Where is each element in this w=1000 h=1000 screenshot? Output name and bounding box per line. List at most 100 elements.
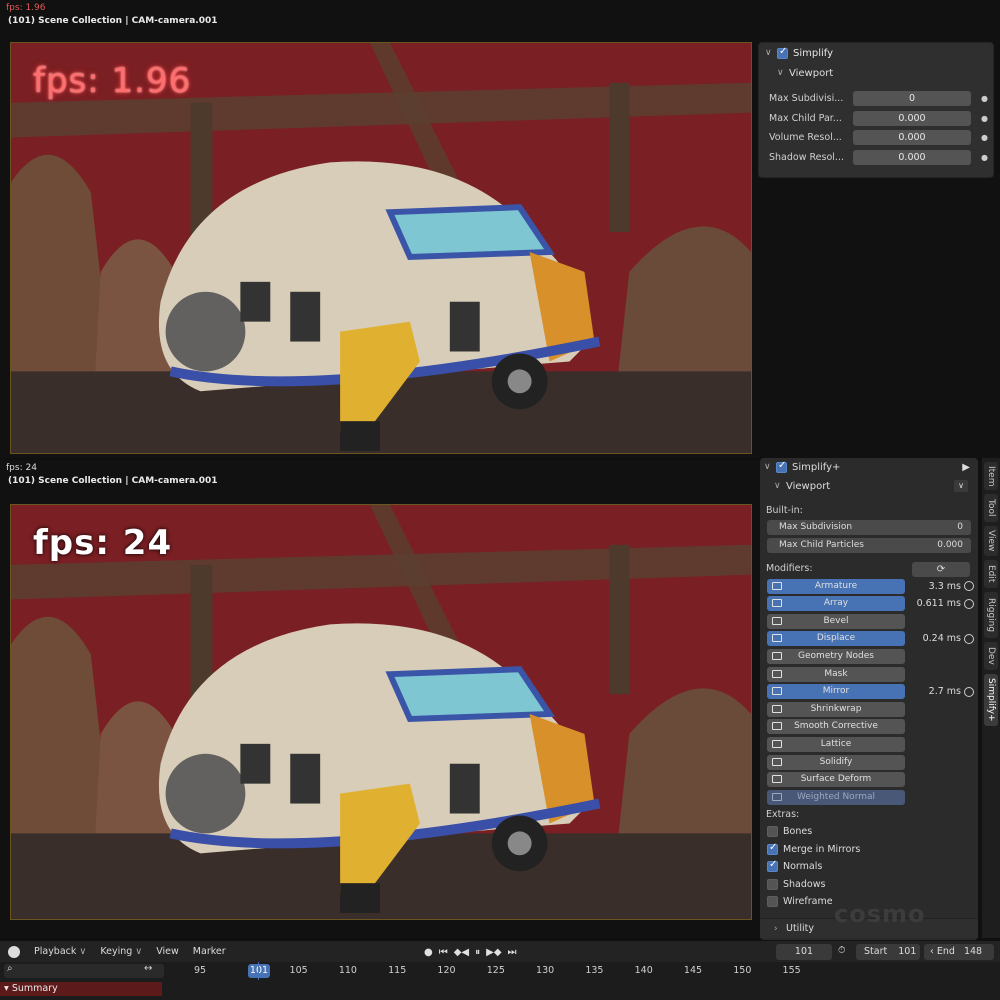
stopwatch-icon[interactable] xyxy=(964,598,974,609)
modifier-label: Surface Deform xyxy=(800,774,872,785)
next-key-icon[interactable]: ▶◆ xyxy=(486,947,501,958)
extra-option[interactable]: Shadows xyxy=(767,878,825,890)
chevron-down-icon[interactable]: ∨ xyxy=(764,462,776,472)
timeline-body[interactable]: ▾ Summary xyxy=(0,980,1000,1000)
tab-tool[interactable]: Tool xyxy=(984,494,998,522)
summary-label: Summary xyxy=(11,983,58,994)
refresh-button[interactable]: ⟳ xyxy=(912,562,970,577)
sync-icon[interactable]: ↔ xyxy=(144,963,152,974)
tab-edit[interactable]: Edit xyxy=(984,560,998,588)
modifier-toggle[interactable]: Mask xyxy=(767,666,905,682)
start-frame-field[interactable]: Start 101 xyxy=(856,944,920,960)
search-input[interactable]: ⌕ xyxy=(4,963,164,978)
field-value: 0.000 xyxy=(937,540,963,550)
shadow-resolution-field[interactable]: 0.000 xyxy=(853,149,971,165)
checkbox[interactable] xyxy=(767,826,778,837)
modifier-toggle[interactable]: Lattice xyxy=(767,736,905,752)
modifier-row: Array 0.611 ms xyxy=(767,596,974,612)
chevron-down-icon[interactable]: ∨ xyxy=(765,48,777,58)
max-subdivision-field[interactable]: Max Subdivision 0 xyxy=(767,520,971,535)
render-view[interactable]: fps: 1.96 xyxy=(10,42,752,454)
extra-option[interactable]: Merge in Mirrors xyxy=(767,842,860,855)
max-child-particles-field[interactable]: 0.000 xyxy=(853,110,971,126)
jump-end-icon[interactable]: ⏭ xyxy=(508,947,517,958)
current-frame-field[interactable]: 101 xyxy=(776,944,832,960)
viewport-subpanel[interactable]: ∨ Viewport ∨ xyxy=(760,476,978,496)
extra-label: Bones xyxy=(783,826,813,837)
viewport-subpanel[interactable]: ∨ Viewport xyxy=(759,63,993,83)
modifier-toggle[interactable]: Displace xyxy=(767,631,905,647)
extra-option[interactable]: Bones xyxy=(767,826,812,837)
start-value: 101 xyxy=(898,946,917,957)
stopwatch-icon[interactable] xyxy=(964,581,974,591)
simplify-checkbox[interactable] xyxy=(777,46,788,59)
tab-simplify-plus[interactable]: Simplify+ xyxy=(984,674,998,726)
keyframe-dot-icon[interactable]: ● xyxy=(981,114,988,123)
modifier-toggle[interactable]: Armature xyxy=(767,578,905,594)
chevron-right-icon[interactable]: › xyxy=(774,924,786,934)
keyframe-dot-icon[interactable]: ● xyxy=(981,94,988,103)
play-icon[interactable]: ▶ xyxy=(962,462,970,473)
tab-dev[interactable]: Dev xyxy=(984,642,998,670)
fps-readout: fps: 24 xyxy=(6,463,37,473)
max-child-particles-field[interactable]: Max Child Particles 0.000 xyxy=(767,538,971,553)
extra-option[interactable]: Normals xyxy=(767,859,822,873)
checkbox[interactable] xyxy=(767,896,778,908)
end-frame-field[interactable]: ‹ End 148 xyxy=(924,944,994,960)
extra-option[interactable]: Wireframe xyxy=(767,896,833,908)
summary-channel[interactable]: ▾ Summary xyxy=(0,982,162,996)
timeline-header: Playback ∨ Keying ∨ View Marker ● ⏮ ◆◀ ⏸ ▶… xyxy=(0,940,1000,962)
chevron-down-icon[interactable]: ∨ xyxy=(774,481,786,491)
editor-type-icon[interactable] xyxy=(8,946,20,958)
field-value: 0 xyxy=(957,522,963,532)
modifier-toggle[interactable]: Smooth Corrective xyxy=(767,719,905,735)
modifier-toggle[interactable]: Shrinkwrap xyxy=(767,701,905,717)
tab-item[interactable]: Item xyxy=(984,462,998,490)
keyframe-dot-icon[interactable]: ● xyxy=(981,153,988,162)
monitor-icon xyxy=(772,599,782,608)
modifier-toggle[interactable]: Solidify xyxy=(767,754,905,770)
modifier-toggle[interactable]: Bevel xyxy=(767,613,905,629)
modifier-toggle[interactable]: Mirror xyxy=(767,684,905,700)
menu-view[interactable]: View xyxy=(156,946,179,957)
pause-icon[interactable]: ⏸ xyxy=(475,947,480,958)
chevron-down-icon: ∨ xyxy=(135,946,143,957)
render-view[interactable]: fps: 24 xyxy=(10,504,752,920)
max-subdivision-field[interactable]: 0 xyxy=(853,91,971,107)
jump-start-icon[interactable]: ⏮ xyxy=(439,947,448,958)
modifier-toggle[interactable]: Weighted Normal xyxy=(767,789,905,805)
menu-playback[interactable]: Playback xyxy=(34,946,76,957)
prev-key-icon[interactable]: ◆◀ xyxy=(454,947,469,958)
tab-rigging[interactable]: Rigging xyxy=(984,592,998,638)
simplify-plus-header[interactable]: ∨ Simplify+ ▶ xyxy=(760,458,978,476)
monitor-icon xyxy=(772,792,782,801)
modifier-toggle[interactable]: Geometry Nodes xyxy=(767,648,905,664)
modifier-label: Geometry Nodes xyxy=(798,650,874,661)
dropdown-icon[interactable]: ∨ xyxy=(954,480,968,492)
volume-resolution-field[interactable]: 0.000 xyxy=(853,130,971,146)
refresh-icon: ⟳ xyxy=(936,564,946,575)
stopwatch-icon[interactable] xyxy=(964,633,974,644)
record-icon[interactable]: ● xyxy=(424,947,433,958)
simplify-plus-checkbox[interactable] xyxy=(776,460,787,473)
modifier-toggle[interactable]: Array xyxy=(767,596,905,612)
modifier-toggle[interactable]: Surface Deform xyxy=(767,772,905,788)
end-value: 148 xyxy=(963,946,983,957)
chevron-down-icon[interactable]: ∨ xyxy=(777,68,789,78)
timeline-ruler[interactable]: ⌕ ↔ 95 105 110 115 120 125 130 135 140 145 150 155 … xyxy=(0,962,1000,980)
monitor-icon xyxy=(772,669,782,678)
monitor-icon xyxy=(772,687,782,696)
frame-tick: 150 xyxy=(733,965,752,976)
checkbox[interactable] xyxy=(767,842,778,855)
simplify-header[interactable]: ∨ Simplify xyxy=(759,43,993,63)
checkbox[interactable] xyxy=(767,878,778,890)
stopwatch-icon[interactable] xyxy=(964,686,974,697)
menu-keying[interactable]: Keying xyxy=(100,946,132,957)
checkbox[interactable] xyxy=(767,859,778,873)
monitor-icon xyxy=(772,757,782,766)
current-frame-marker[interactable]: 101 xyxy=(248,964,270,978)
stopwatch-icon[interactable]: ⏱ xyxy=(838,945,845,956)
tab-view[interactable]: View xyxy=(984,526,998,556)
keyframe-dot-icon[interactable]: ● xyxy=(981,133,988,142)
menu-marker[interactable]: Marker xyxy=(193,946,226,957)
